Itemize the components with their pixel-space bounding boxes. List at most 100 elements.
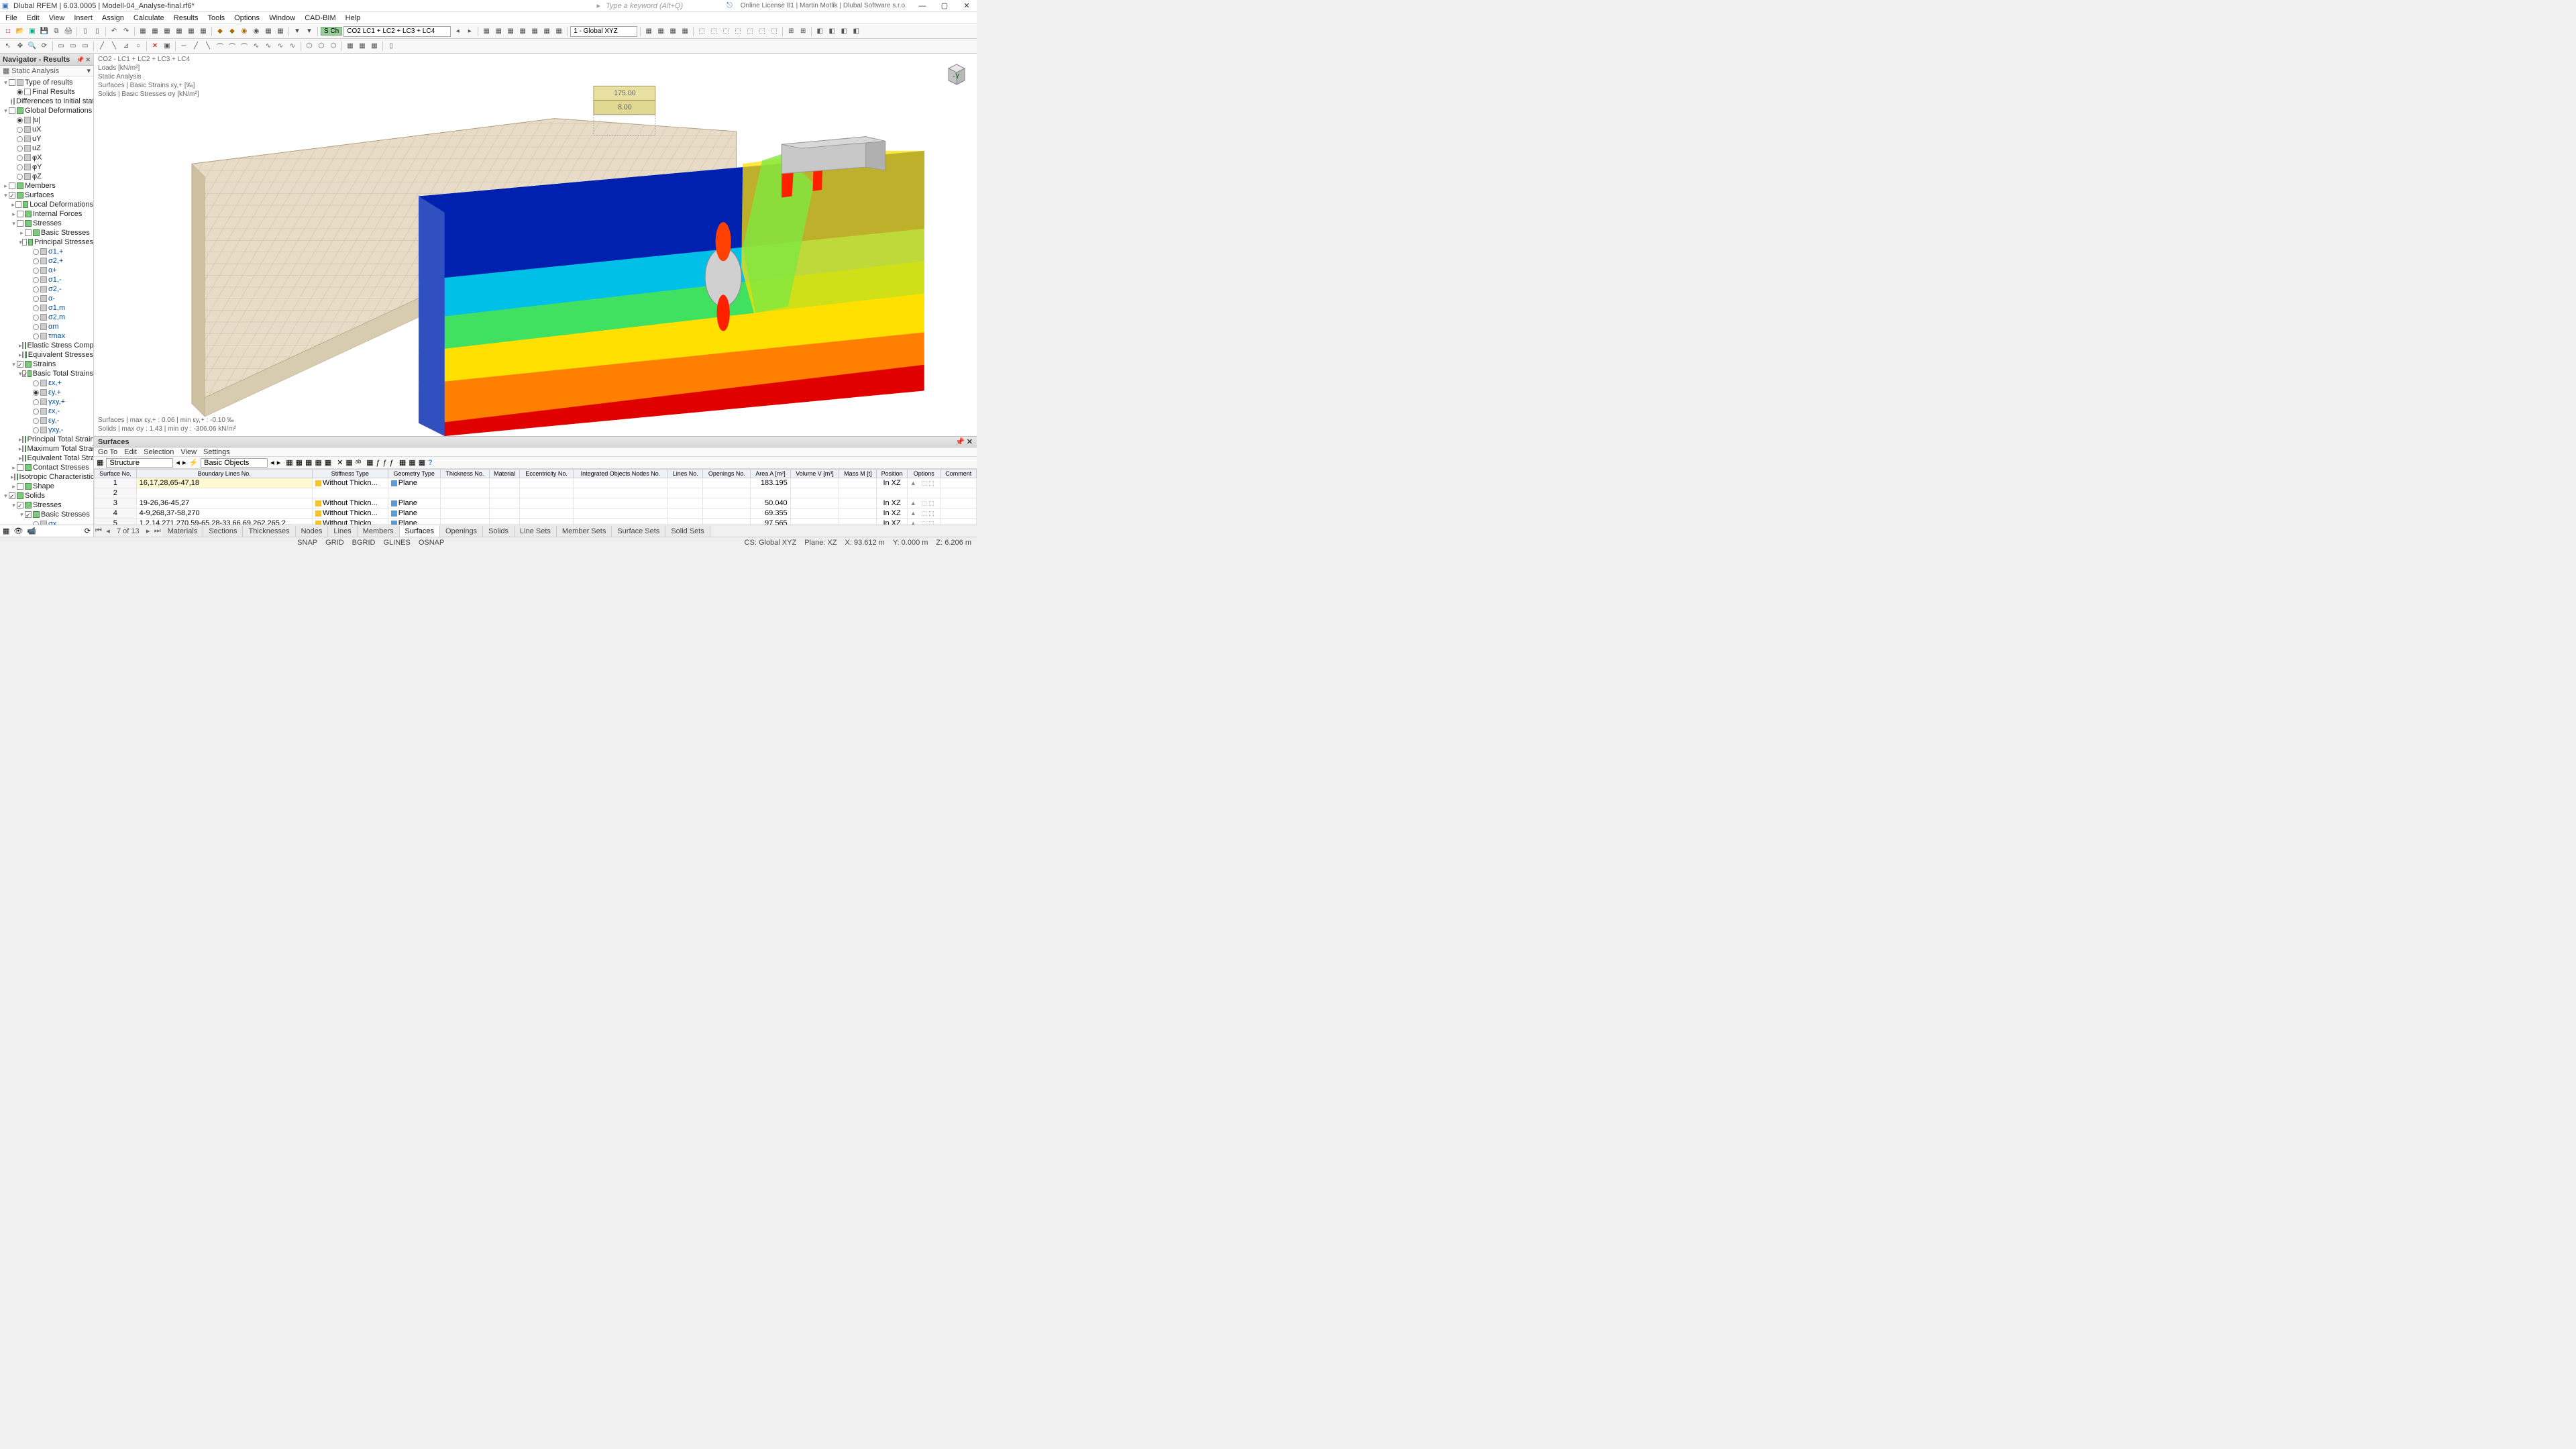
pt2-next-icon[interactable]: ▸ (277, 458, 281, 467)
win6-icon[interactable]: ▦ (198, 26, 209, 37)
g10-icon[interactable]: ⬡ (304, 41, 315, 52)
nav-tab3-icon[interactable]: 📹 (27, 527, 36, 535)
h11-icon[interactable]: ▦ (357, 41, 368, 52)
tab-materials[interactable]: Materials (162, 526, 204, 537)
sel1-icon[interactable]: ▭ (56, 41, 66, 52)
tab-surface-sets[interactable]: Surface Sets (612, 526, 665, 537)
menu-cad-bim[interactable]: CAD-BIM (305, 14, 335, 22)
g4-icon[interactable]: ▦ (680, 26, 690, 37)
minimize-button[interactable]: — (912, 2, 932, 10)
bgrid-toggle[interactable]: BGRID (352, 539, 376, 547)
tree-node[interactable]: φZ (0, 172, 93, 181)
tab-surfaces[interactable]: Surfaces (400, 525, 440, 537)
menu-edit[interactable]: Edit (27, 14, 40, 22)
tree-node[interactable]: ▸Elastic Stress Components (0, 341, 93, 350)
open-icon[interactable]: 📂 (15, 26, 25, 37)
tab-member-sets[interactable]: Member Sets (557, 526, 612, 537)
col-header[interactable]: Eccentricity No. (520, 470, 573, 478)
tab-nodes[interactable]: Nodes (296, 526, 329, 537)
win2-icon[interactable]: ▦ (150, 26, 160, 37)
tree-node[interactable]: σ2,- (0, 284, 93, 294)
col-header[interactable]: Surface No. (95, 470, 137, 478)
tree-node[interactable]: ▾Type of results (0, 78, 93, 87)
tree-node[interactable]: ▾Stresses (0, 500, 93, 510)
tb-i-icon[interactable]: ▦ (366, 458, 373, 467)
h2-icon[interactable]: ⬚ (708, 26, 719, 37)
pt2-prev-icon[interactable]: ◂ (270, 458, 274, 467)
tb-f-icon[interactable]: ✕ (337, 458, 343, 467)
view5-icon[interactable]: ▦ (529, 26, 540, 37)
page2-icon[interactable]: ▯ (92, 26, 103, 37)
tree-node[interactable]: uZ (0, 144, 93, 153)
win5-icon[interactable]: ▦ (186, 26, 197, 37)
results-tree[interactable]: ▾Type of resultsFinal ResultsDifferences… (0, 76, 93, 525)
col-header[interactable]: Options (907, 470, 941, 478)
rotate-icon[interactable]: ⟳ (39, 41, 50, 52)
tree-node[interactable]: ▾Basic Total Strains (0, 369, 93, 378)
f9-icon[interactable]: ∿ (275, 41, 286, 52)
col-header[interactable]: Area A [m²] (751, 470, 790, 478)
tree-node[interactable]: ▸Contact Stresses (0, 463, 93, 472)
f8-icon[interactable]: ∿ (263, 41, 274, 52)
tree-node[interactable]: uX (0, 125, 93, 134)
nav-tab2-icon[interactable]: 👁 (13, 527, 23, 535)
tree-node[interactable]: εx,- (0, 407, 93, 416)
menu-insert[interactable]: Insert (74, 14, 93, 22)
tree-node[interactable]: ▸Principal Total Strains (0, 435, 93, 444)
g12-icon[interactable]: ⬡ (328, 41, 339, 52)
nav-tab1-icon[interactable]: ▦ (3, 527, 9, 535)
dwg2-icon[interactable]: ╲ (109, 41, 119, 52)
menu-window[interactable]: Window (269, 14, 295, 22)
dwg1-icon[interactable]: ╱ (97, 41, 107, 52)
tab-solids[interactable]: Solids (483, 526, 515, 537)
menu-results[interactable]: Results (174, 14, 199, 22)
del-icon[interactable]: ✕ (150, 41, 160, 52)
saveall-icon[interactable]: ⧉ (51, 26, 62, 37)
tree-node[interactable]: |u| (0, 115, 93, 125)
folder-icon[interactable]: ▣ (27, 26, 38, 37)
f1-icon[interactable]: ─ (178, 41, 189, 52)
tree-node[interactable]: Final Results (0, 87, 93, 97)
tree-node[interactable]: σx (0, 519, 93, 525)
canvas[interactable]: CO2 - LC1 + LC2 + LC3 + LC4Loads [kN/m²]… (94, 54, 977, 436)
table-row[interactable]: 51,2,14,271,270,59-65,28-33,66,69,262,26… (95, 519, 977, 525)
tree-node[interactable]: ▸Equivalent Stresses (0, 350, 93, 360)
tree-node[interactable]: σ1,m (0, 303, 93, 313)
tree-node[interactable]: uY (0, 134, 93, 144)
e1-icon[interactable]: ▣ (162, 41, 172, 52)
h10-icon[interactable]: ▦ (345, 41, 356, 52)
tb-o-icon[interactable]: ▦ (419, 458, 425, 467)
view-cube[interactable]: -Y (943, 60, 970, 87)
calc2-icon[interactable]: ◆ (227, 26, 237, 37)
win1-icon[interactable]: ▦ (138, 26, 148, 37)
panel-close-icon[interactable]: ✕ (967, 438, 973, 446)
tab-line-sets[interactable]: Line Sets (515, 526, 557, 537)
nav-close-icon[interactable]: ✕ (85, 56, 91, 63)
tb-k-icon[interactable]: ƒ (383, 459, 387, 467)
search-input[interactable]: Type a keyword (Alt+Q) (603, 2, 724, 10)
h4-icon[interactable]: ⬚ (733, 26, 743, 37)
k1-icon[interactable]: ▯ (386, 41, 396, 52)
tree-node[interactable]: εx,+ (0, 378, 93, 388)
redo-icon[interactable]: ↷ (121, 26, 131, 37)
i2-icon[interactable]: ⊞ (798, 26, 808, 37)
pt-prev-icon[interactable]: ◂ (176, 458, 180, 467)
j2-icon[interactable]: ◧ (826, 26, 837, 37)
nav-pin-icon[interactable]: 📌 (76, 56, 84, 63)
prev-icon[interactable]: ◂ (452, 26, 463, 37)
tree-node[interactable]: ▾Surfaces (0, 191, 93, 200)
sel3-icon[interactable]: ▭ (80, 41, 91, 52)
dwg4-icon[interactable]: ○ (133, 41, 144, 52)
tree-node[interactable]: ▸Isotropic Characteristics (0, 472, 93, 482)
filter2-icon[interactable]: ▼ (304, 26, 315, 37)
h7-icon[interactable]: ⬚ (769, 26, 780, 37)
table-row[interactable]: 319-26,36-45,27Without Thickn...Plane50.… (95, 498, 977, 508)
tb-a-icon[interactable]: ▦ (286, 458, 292, 467)
tb-b-icon[interactable]: ▦ (296, 458, 303, 467)
print-icon[interactable]: 🖨 (63, 26, 74, 37)
table-row[interactable]: 116,17,28,65-47,18Without Thickn...Plane… (95, 478, 977, 488)
nav-tab4-icon[interactable]: ⟳ (85, 527, 91, 535)
new-icon[interactable]: □ (3, 26, 13, 37)
undo-icon[interactable]: ↶ (109, 26, 119, 37)
tree-node[interactable]: ▾Global Deformations (0, 106, 93, 115)
